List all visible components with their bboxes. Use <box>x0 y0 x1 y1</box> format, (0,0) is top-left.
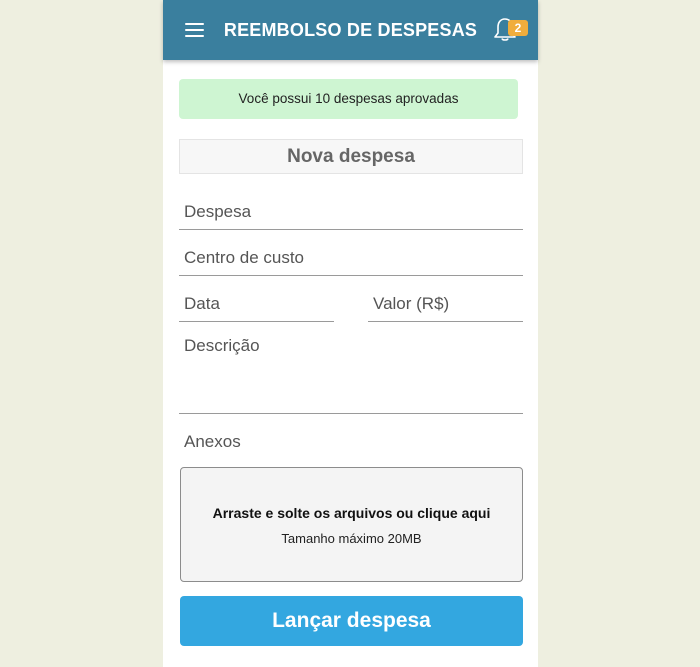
approved-expenses-alert: Você possui 10 despesas aprovadas <box>179 79 518 119</box>
data-input[interactable] <box>179 286 334 321</box>
centro-de-custo-input[interactable] <box>179 240 523 275</box>
descricao-field <box>179 332 523 414</box>
anexos-label: Anexos <box>184 432 241 451</box>
app-screen: REEMBOLSO DE DESPESAS 2 Você possui 10 d… <box>163 0 538 667</box>
despesa-input[interactable] <box>179 194 523 229</box>
dropzone-instruction: Arraste e solte os arquivos ou clique aq… <box>212 505 491 521</box>
lancar-despesa-button[interactable]: Lançar despesa <box>180 596 523 646</box>
menu-line <box>185 35 204 37</box>
descricao-textarea[interactable] <box>179 332 523 413</box>
file-dropzone[interactable]: Arraste e solte os arquivos ou clique aq… <box>180 467 523 582</box>
menu-line <box>185 23 204 25</box>
section-title: Nova despesa <box>179 139 523 174</box>
valor-input[interactable] <box>368 286 523 321</box>
hamburger-menu-icon[interactable] <box>183 19 207 41</box>
notification-count-badge: 2 <box>508 20 528 36</box>
dropzone-max-size: Tamanho máximo 20MB <box>281 531 422 546</box>
app-title: REEMBOLSO DE DESPESAS <box>223 20 478 40</box>
data-field <box>179 286 334 322</box>
despesa-field <box>179 194 523 230</box>
centro-de-custo-field <box>179 240 523 276</box>
top-app-bar: REEMBOLSO DE DESPESAS 2 <box>163 0 538 60</box>
menu-line <box>185 29 204 31</box>
valor-field <box>368 286 523 322</box>
